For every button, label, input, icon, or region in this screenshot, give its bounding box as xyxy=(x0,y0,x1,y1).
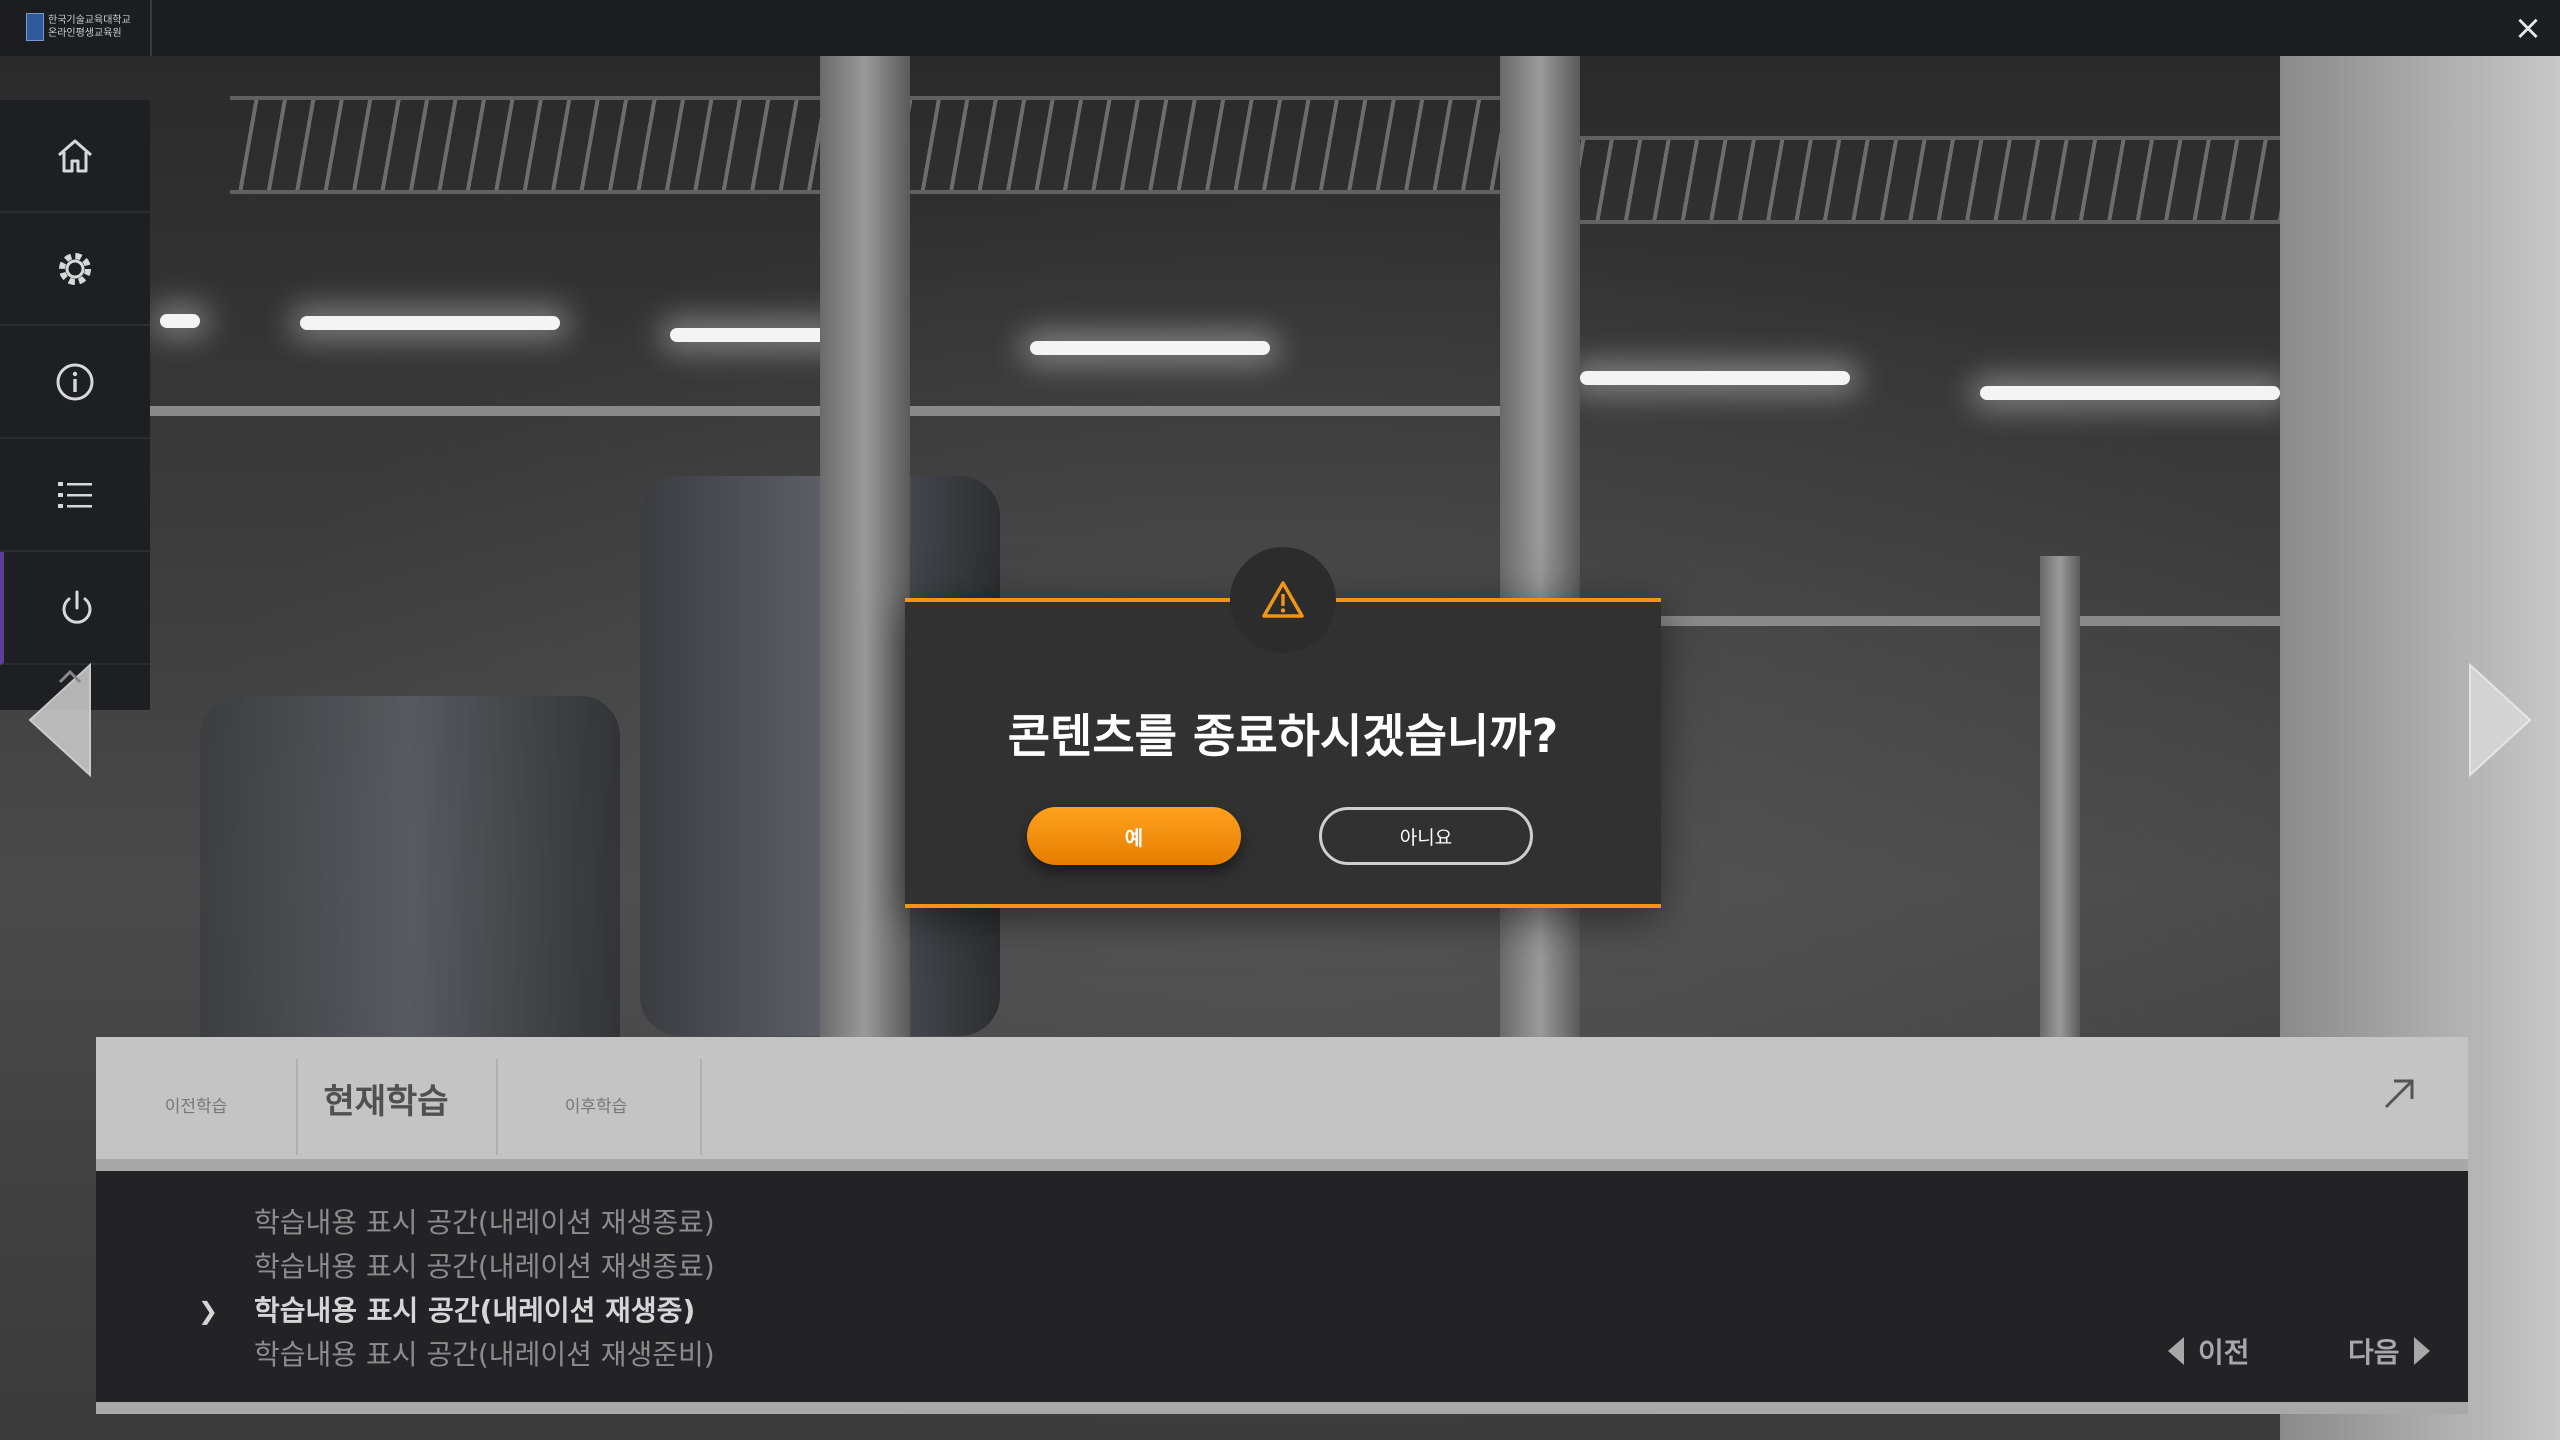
ceiling-rack xyxy=(1500,136,2300,224)
pillar xyxy=(2040,556,2080,1056)
close-icon: × xyxy=(2513,8,2543,48)
narration-lines: 학습내용 표시 공간(내레이션 재생종료) 학습내용 표시 공간(내레이션 재생… xyxy=(198,1201,715,1377)
info-icon xyxy=(56,363,94,400)
narration-line-current: 학습내용 표시 공간(내레이션 재생중) xyxy=(198,1289,715,1333)
narration-line: 학습내용 표시 공간(내레이션 재생준비) xyxy=(254,1338,715,1371)
sidebar-item-list[interactable] xyxy=(0,439,150,552)
ceiling-light xyxy=(1030,341,1270,355)
no-button[interactable]: 아니요 xyxy=(1319,807,1533,865)
logo-text: 한국기술교육대학교 온라인평생교육원 xyxy=(48,14,131,40)
prev-button[interactable]: 이전 xyxy=(2168,1331,2250,1371)
top-bar: 한국기술교육대학교 온라인평생교육원 × xyxy=(0,0,2560,56)
tab-current-learning[interactable]: 현재학습 xyxy=(296,1037,476,1159)
sidebar-item-power[interactable] xyxy=(0,552,150,665)
home-icon xyxy=(58,139,92,172)
next-slide-arrow[interactable] xyxy=(2460,660,2540,780)
pillar xyxy=(820,56,910,1056)
ceiling-light xyxy=(670,328,840,342)
logo-line1: 한국기술교육대학교 xyxy=(48,15,131,26)
close-button[interactable]: × xyxy=(2506,6,2550,50)
ceiling-light xyxy=(1580,371,1850,385)
dialog-icon-badge xyxy=(1230,547,1336,653)
panel-bottom-border xyxy=(96,1402,2468,1414)
prev-label: 이전 xyxy=(2198,1336,2250,1369)
warning-icon xyxy=(1262,581,1304,618)
caret-left-icon xyxy=(2168,1337,2184,1365)
logo-emblem xyxy=(26,13,44,41)
narration-panel: 학습내용 표시 공간(내레이션 재생종료) 학습내용 표시 공간(내레이션 재생… xyxy=(96,1171,2468,1402)
sidebar-item-settings[interactable] xyxy=(0,213,150,326)
sidebar xyxy=(0,100,150,710)
learning-tabs: 이전학습 현재학습 이후학습 xyxy=(96,1037,2468,1159)
narration-line: 학습내용 표시 공간(내레이션 재생종료) xyxy=(254,1206,715,1239)
prev-slide-arrow[interactable] xyxy=(20,660,100,780)
sidebar-item-home[interactable] xyxy=(0,100,150,213)
logo-line2: 온라인평생교육원 xyxy=(48,28,122,39)
ceiling-light xyxy=(160,314,200,328)
machine xyxy=(200,696,620,1076)
power-icon xyxy=(62,590,92,624)
narration-line: 학습내용 표시 공간(내레이션 재생종료) xyxy=(254,1250,715,1283)
ceiling-light xyxy=(300,316,560,330)
tab-next-learning[interactable]: 이후학습 xyxy=(536,1037,656,1159)
list-icon xyxy=(58,481,92,508)
dialog-title: 콘텐츠를 종료하시겠습니까? xyxy=(1007,709,1559,763)
yes-button[interactable]: 예 xyxy=(1027,807,1241,865)
caret-right-icon xyxy=(2413,1337,2430,1365)
next-button[interactable]: 다음 xyxy=(2348,1331,2430,1371)
tab-divider xyxy=(496,1059,498,1155)
tab-previous-learning[interactable]: 이전학습 xyxy=(136,1037,256,1159)
sidebar-item-info[interactable] xyxy=(0,326,150,439)
logo: 한국기술교육대학교 온라인평생교육원 xyxy=(0,0,152,56)
panel-divider xyxy=(96,1159,2468,1171)
gear-icon xyxy=(59,252,91,285)
expand-icon[interactable] xyxy=(2380,1075,2418,1113)
next-label: 다음 xyxy=(2348,1336,2400,1369)
ceiling-light xyxy=(1980,386,2280,400)
tab-divider xyxy=(700,1059,702,1155)
